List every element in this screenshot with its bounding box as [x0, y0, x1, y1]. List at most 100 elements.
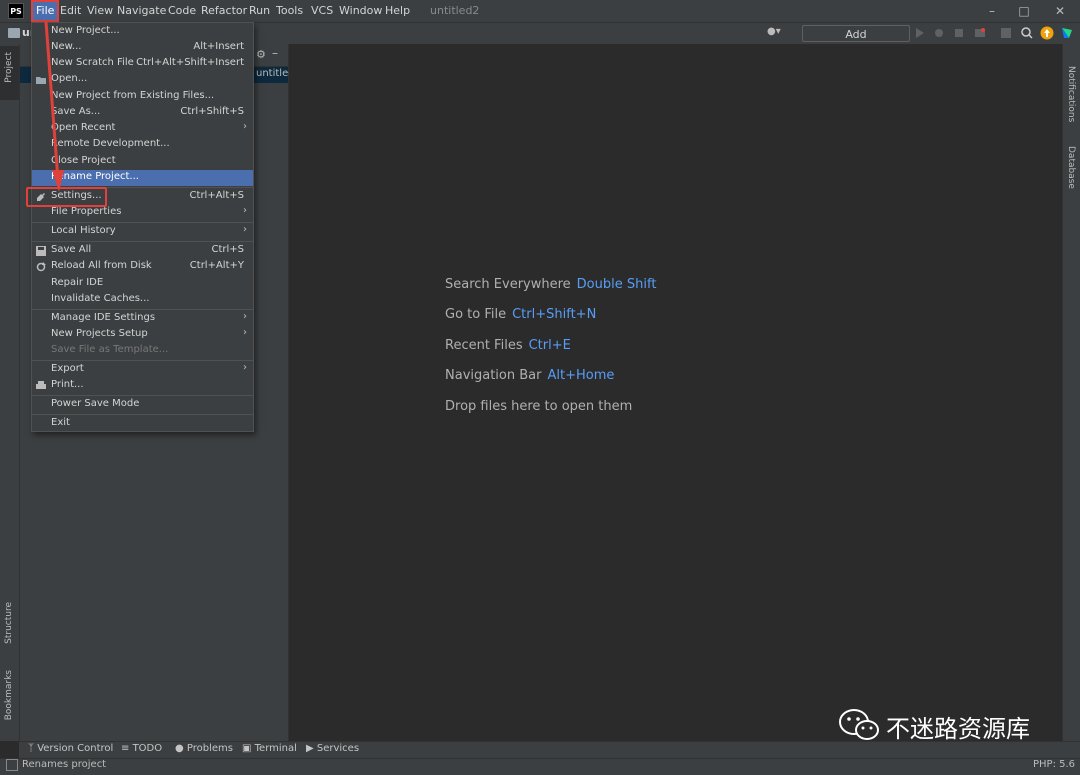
menu-item-manage-ide-settings[interactable]: Manage IDE Settings ›	[32, 311, 253, 327]
chevron-right-icon: ›	[243, 205, 247, 216]
menu-item-reload-all[interactable]: Reload All from Disk Ctrl+Alt+Y	[32, 259, 253, 275]
tool-tab-bookmarks[interactable]: Bookmarks	[0, 668, 19, 734]
update-icon[interactable]	[1040, 26, 1054, 40]
search-icon[interactable]	[1021, 27, 1033, 39]
user-icon[interactable]: ●▾	[767, 26, 781, 38]
tool-tab-database[interactable]: Database	[1063, 134, 1080, 194]
watermark-text: 不迷路资源库	[886, 715, 1030, 743]
menu-tools[interactable]: Tools	[273, 2, 306, 20]
hint-recent-files: Recent Files Ctrl+E	[445, 338, 571, 353]
minimize-icon[interactable]: –	[977, 2, 1007, 20]
menu-window[interactable]: Window	[336, 2, 385, 20]
hint-shortcut: Ctrl+E	[528, 338, 571, 353]
menu-item-new-projects-setup[interactable]: New Projects Setup ›	[32, 327, 253, 343]
menu-item-local-history[interactable]: Local History ›	[32, 224, 253, 240]
chevron-right-icon: ›	[243, 362, 247, 373]
menu-run[interactable]: Run	[246, 2, 273, 20]
menu-item-shortcut: Ctrl+Shift+S	[180, 106, 244, 117]
menu-item-invalidate-caches[interactable]: Invalidate Caches...	[32, 292, 253, 308]
hint-go-to-file: Go to File Ctrl+Shift+N	[445, 307, 596, 322]
menu-item-shortcut: Ctrl+Alt+S	[189, 190, 244, 201]
tool-tab-structure[interactable]: Structure	[0, 600, 19, 658]
chevron-right-icon: ›	[243, 327, 247, 338]
stop-icon[interactable]	[1001, 28, 1011, 38]
tool-tab-notifications[interactable]: Notifications	[1063, 54, 1080, 124]
php-version[interactable]: PHP: 5.6	[1033, 759, 1075, 770]
menu-item-label: New Projects Setup	[51, 328, 148, 339]
tool-tab-bookmarks-label: Bookmarks	[4, 670, 14, 721]
branch-icon: ᛉ	[28, 743, 38, 754]
reload-icon	[36, 262, 46, 272]
debug-icon[interactable]	[934, 28, 944, 38]
menu-view[interactable]: View	[84, 2, 116, 20]
hint-label: Drop files here to open them	[445, 399, 633, 414]
menu-item-power-save-mode[interactable]: Power Save Mode	[32, 397, 253, 413]
services-icon: ▶	[306, 743, 317, 754]
tool-tab-project[interactable]: Project	[0, 46, 19, 100]
list-icon: ≡	[121, 743, 133, 754]
menu-item-file-properties[interactable]: File Properties ›	[32, 205, 253, 221]
menu-item-label: Save All	[51, 244, 92, 255]
hint-shortcut: Double Shift	[576, 277, 657, 292]
hide-panel-icon[interactable]: –	[272, 46, 278, 60]
menu-item-label: Manage IDE Settings	[51, 312, 156, 323]
hint-shortcut: Ctrl+Shift+N	[512, 307, 597, 322]
tab-terminal[interactable]: ▣ Terminal	[242, 743, 297, 754]
folder-icon	[8, 28, 20, 38]
menu-item-export[interactable]: Export ›	[32, 362, 253, 378]
menu-item-save-all[interactable]: Save All Ctrl+S	[32, 243, 253, 259]
menu-edit[interactable]: Edit	[57, 2, 84, 20]
menu-help[interactable]: Help	[382, 2, 413, 20]
hint-drop-files: Drop files here to open them	[445, 399, 632, 414]
tab-label: Version Control	[37, 743, 114, 754]
tool-tab-structure-label: Structure	[4, 602, 14, 644]
add-configuration-button[interactable]: Add Configuration...	[802, 25, 910, 58]
menu-vcs[interactable]: VCS	[308, 2, 336, 20]
run-icon[interactable]	[915, 28, 925, 38]
problems-icon: ●	[175, 743, 187, 754]
close-icon[interactable]: ✕	[1045, 2, 1075, 20]
tab-label: TODO	[132, 743, 163, 754]
menu-item-repair-ide[interactable]: Repair IDE	[32, 276, 253, 292]
menu-item-label: Local History	[51, 225, 116, 236]
menu-item-save-as-template: Save File as Template...	[32, 343, 253, 359]
menu-item-label: Remote Development...	[51, 138, 170, 149]
tool-tab-database-label: Database	[1066, 146, 1076, 189]
tab-services[interactable]: ▶ Services	[306, 743, 359, 754]
tool-tab-project-label: Project	[4, 52, 14, 83]
tool-tab-notifications-label: Notifications	[1066, 66, 1076, 123]
jetbrains-toolbox-icon[interactable]	[1060, 26, 1074, 40]
menu-separator	[32, 414, 253, 415]
tab-label: Terminal	[254, 743, 297, 754]
menu-navigate[interactable]: Navigate	[114, 2, 169, 20]
menu-code[interactable]: Code	[165, 2, 199, 20]
menu-separator	[32, 309, 253, 310]
editor-empty-area[interactable]	[289, 44, 1061, 741]
hint-shortcut: Alt+Home	[547, 368, 615, 383]
status-message: Renames project	[22, 759, 107, 770]
chevron-right-icon: ›	[243, 121, 247, 132]
coverage-icon[interactable]	[954, 28, 964, 38]
hint-navigation-bar: Navigation Bar Alt+Home	[445, 368, 614, 383]
wechat-logo-icon	[839, 709, 879, 740]
menu-item-print[interactable]: Print...	[32, 378, 253, 394]
tab-problems[interactable]: ● Problems	[175, 743, 233, 754]
tab-version-control[interactable]: ᛉ Version Control	[28, 743, 113, 754]
menu-file[interactable]: File	[30, 0, 60, 22]
maximize-icon[interactable]: □	[1009, 2, 1039, 20]
menu-item-shortcut: Ctrl+Alt+Y	[189, 260, 244, 271]
menu-item-exit[interactable]: Exit	[32, 416, 253, 432]
hint-label: Navigation Bar	[445, 368, 542, 383]
menu-separator	[32, 241, 253, 242]
menu-refactor[interactable]: Refactor	[198, 2, 250, 20]
tab-label: Problems	[186, 743, 233, 754]
gear-icon[interactable]: ⚙	[256, 48, 266, 61]
menu-item-label: Print...	[51, 379, 84, 390]
menu-separator	[32, 360, 253, 361]
tab-label: Services	[316, 743, 360, 754]
toggle-tool-windows-icon[interactable]	[6, 759, 18, 771]
profile-icon[interactable]	[974, 27, 986, 39]
menu-item-label: Exit	[51, 417, 70, 428]
tab-todo[interactable]: ≡ TODO	[121, 743, 162, 754]
menu-item-label: Invalidate Caches...	[51, 293, 150, 304]
